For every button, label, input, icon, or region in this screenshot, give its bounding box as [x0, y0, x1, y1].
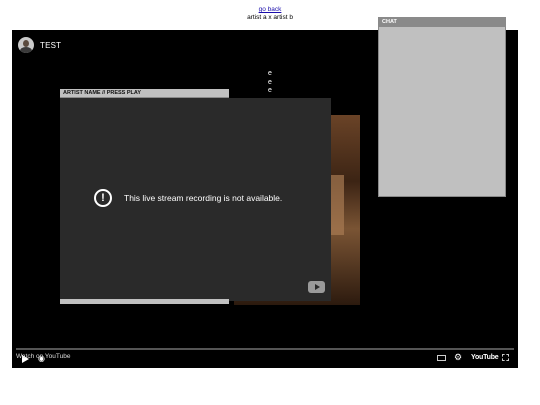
captions-icon[interactable] — [437, 355, 446, 361]
avatar-icon[interactable] — [18, 37, 34, 53]
fullscreen-icon[interactable] — [502, 354, 509, 361]
watch-on-youtube-link[interactable]: Watch on YouTube — [16, 352, 70, 362]
side-letter: e — [268, 78, 272, 86]
player-controls: ◉ Watch on YouTube ⚙ YouTube — [12, 352, 518, 368]
unavailable-text: This live stream recording is not availa… — [124, 193, 283, 203]
embedded-video[interactable]: ! This live stream recording is not avai… — [60, 98, 331, 301]
video-window-bottom-edge — [60, 299, 229, 304]
gear-icon[interactable]: ⚙ — [454, 352, 462, 362]
side-letter: e — [268, 87, 272, 94]
chat-window-titlebar[interactable]: CHAT — [379, 18, 505, 27]
video-window-titlebar[interactable]: ARTIST NAME // PRESS PLAY — [60, 89, 229, 98]
go-back-link[interactable]: go back — [259, 6, 282, 13]
channel-header[interactable]: TEST — [18, 37, 61, 53]
side-letters: e e e — [268, 70, 272, 96]
unavailable-message: ! This live stream recording is not avai… — [94, 189, 282, 207]
artists-subtitle: artist a x artist b — [247, 14, 293, 21]
side-letter: e — [268, 70, 272, 77]
youtube-brand-link[interactable]: YouTube — [471, 353, 499, 363]
alert-circle-icon: ! — [94, 189, 112, 207]
progress-bar[interactable] — [16, 348, 514, 350]
youtube-logo-icon[interactable] — [308, 281, 325, 293]
chat-window[interactable]: CHAT — [378, 17, 506, 197]
channel-title[interactable]: TEST — [40, 41, 61, 50]
